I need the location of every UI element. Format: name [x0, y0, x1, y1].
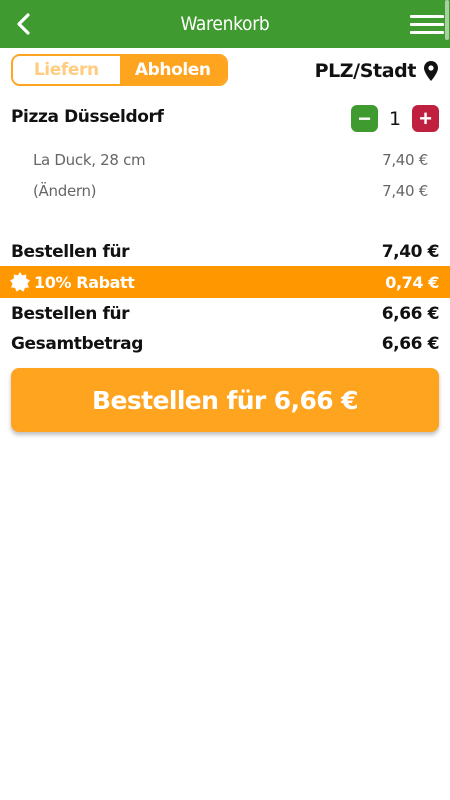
decrease-quantity-button[interactable]: − — [351, 105, 378, 132]
total-row: Gesamtbetrag 6,66 € — [11, 334, 439, 354]
subtotal-value: 7,40 € — [381, 242, 440, 262]
location-selector[interactable]: PLZ/Stadt — [315, 58, 438, 84]
subtotal-row: Bestellen für 7,40 € — [11, 242, 439, 262]
quantity-stepper: − 1 + — [351, 105, 439, 132]
quantity-value: 1 — [388, 107, 402, 130]
location-label: PLZ/Stadt — [314, 60, 417, 82]
badge-icon — [10, 272, 30, 292]
after-discount-value: 6,66 € — [381, 304, 440, 324]
discount-label: 10% Rabatt — [34, 272, 135, 292]
item-detail-label: La Duck, 28 cm — [33, 151, 146, 169]
cart-item-name: Pizza Düsseldorf — [11, 107, 164, 127]
change-item-link[interactable]: (Ändern) — [33, 182, 97, 200]
total-label: Gesamtbetrag — [11, 334, 143, 354]
discount-row: 10% Rabatt 0,74 € — [0, 266, 450, 298]
after-discount-label: Bestellen für — [11, 304, 130, 324]
subtotal-label: Bestellen für — [11, 242, 130, 262]
tab-abholen[interactable]: Abholen — [119, 56, 226, 84]
after-discount-row: Bestellen für 6,66 € — [11, 304, 439, 324]
total-value: 6,66 € — [381, 334, 440, 354]
item-detail-price: 7,40 € — [382, 182, 428, 200]
map-pin-icon — [424, 61, 438, 81]
discount-value: 0,74 € — [385, 272, 439, 292]
app-bar: Warenkorb — [0, 0, 450, 48]
order-button[interactable]: Bestellen für 6,66 € — [11, 368, 439, 432]
tab-liefern[interactable]: Liefern — [13, 56, 120, 84]
delivery-mode-toggle: Liefern Abholen — [11, 54, 228, 86]
item-detail-row: La Duck, 28 cm 7,40 € — [33, 151, 428, 169]
scrollbar[interactable] — [445, 0, 449, 40]
page-title: Warenkorb — [180, 13, 270, 35]
item-detail-price: 7,40 € — [382, 151, 428, 169]
hamburger-menu-icon[interactable] — [410, 8, 444, 40]
increase-quantity-button[interactable]: + — [412, 105, 439, 132]
item-change-row: (Ändern) 7,40 € — [33, 182, 428, 200]
